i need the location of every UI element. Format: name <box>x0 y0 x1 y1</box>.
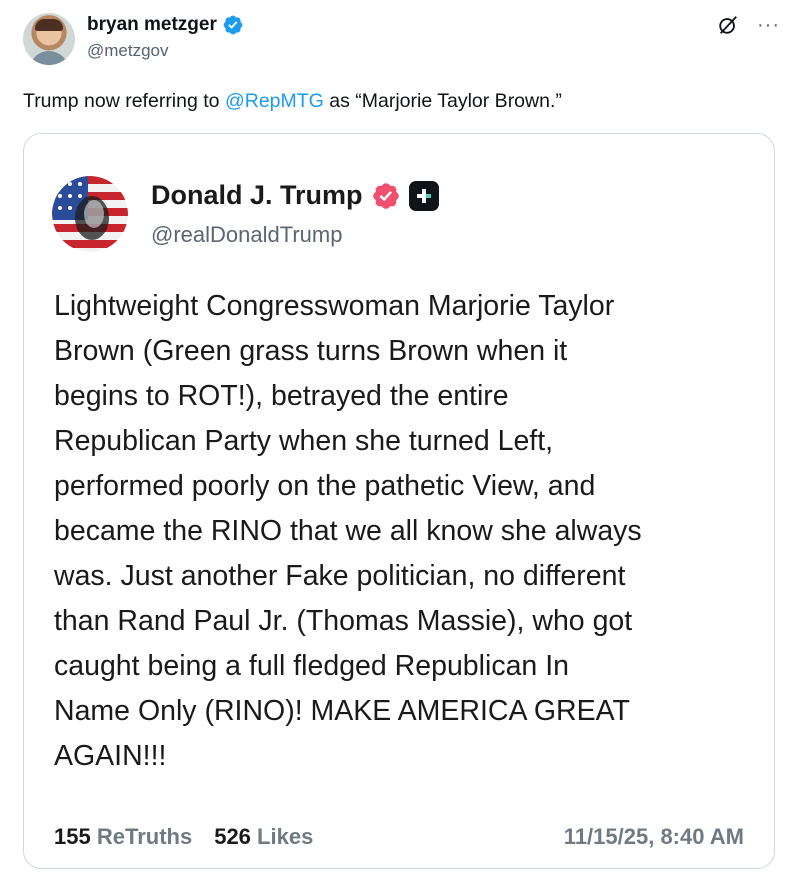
retruths-label: ReTruths <box>96 824 193 849</box>
tweet-text-after: as “Marjorie Taylor Brown.” <box>323 90 562 112</box>
truth-body-line: AGAIN!!! <box>54 740 167 772</box>
retruths-stat: 155 ReTruths <box>54 824 192 850</box>
likes-stat: 526 Likes <box>214 824 313 850</box>
more-options-icon[interactable]: ··· <box>757 15 780 35</box>
truth-body-line: caught being a full fledged Republican I… <box>54 650 569 682</box>
truth-timestamp: 11/15/25, 8:40 AM <box>563 824 744 849</box>
truth-body-line: Brown (Green grass turns Brown when it <box>54 335 568 367</box>
author-handle[interactable]: @metzgov <box>87 41 169 61</box>
truth-verified-icon <box>372 182 399 209</box>
truth-body-line: than Rand Paul Jr. (Thomas Massie), who … <box>54 605 633 637</box>
truth-body-line: was. Just another Fake politician, no di… <box>54 560 626 592</box>
truth-plus-icon <box>408 180 439 211</box>
likes-count: 526 <box>214 824 251 849</box>
truth-handle: @realDonaldTrump <box>151 222 343 247</box>
truth-body-line: performed poorly on the pathetic View, a… <box>54 470 596 502</box>
truth-body-line: Lightweight Congresswoman Marjorie Taylo… <box>54 290 615 322</box>
avatar[interactable] <box>23 13 75 65</box>
retruths-count: 155 <box>54 824 91 849</box>
truth-body-line: Republican Party when she turned Left, <box>54 425 554 457</box>
mention-link[interactable]: @RepMTG <box>225 90 324 112</box>
author-name-row: bryan metzger <box>87 14 244 36</box>
likes-label: Likes <box>257 824 314 849</box>
grok-icon[interactable] <box>717 14 739 36</box>
tweet-text: Trump now referring to @RepMTG as “Marjo… <box>23 90 562 113</box>
truth-display-name: Donald J. Trump <box>151 180 363 210</box>
truth-body-line: begins to ROT!), betrayed the entire <box>54 380 509 412</box>
tweet-text-before: Trump now referring to <box>23 90 225 112</box>
author-display-name[interactable]: bryan metzger <box>87 14 217 36</box>
truth-avatar <box>52 176 128 252</box>
truth-name-row: Donald J. Trump <box>151 180 439 211</box>
truth-body-line: became the RINO that we all know she alw… <box>54 515 642 547</box>
truth-body-line: Name Only (RINO)! MAKE AMERICA GREAT <box>54 695 630 727</box>
truth-stats: 155 ReTruths 526 Likes <box>54 824 313 850</box>
tweet-actions: ··· <box>717 14 780 36</box>
verified-badge-icon <box>223 15 243 35</box>
embedded-screenshot-card[interactable]: Donald J. Trump @realDonaldTrump Lightwe… <box>23 133 775 869</box>
tweet: bryan metzger @metzgov ··· Trump now ref… <box>0 0 802 878</box>
truth-body: Lightweight Congresswoman Marjorie Taylo… <box>54 284 754 779</box>
